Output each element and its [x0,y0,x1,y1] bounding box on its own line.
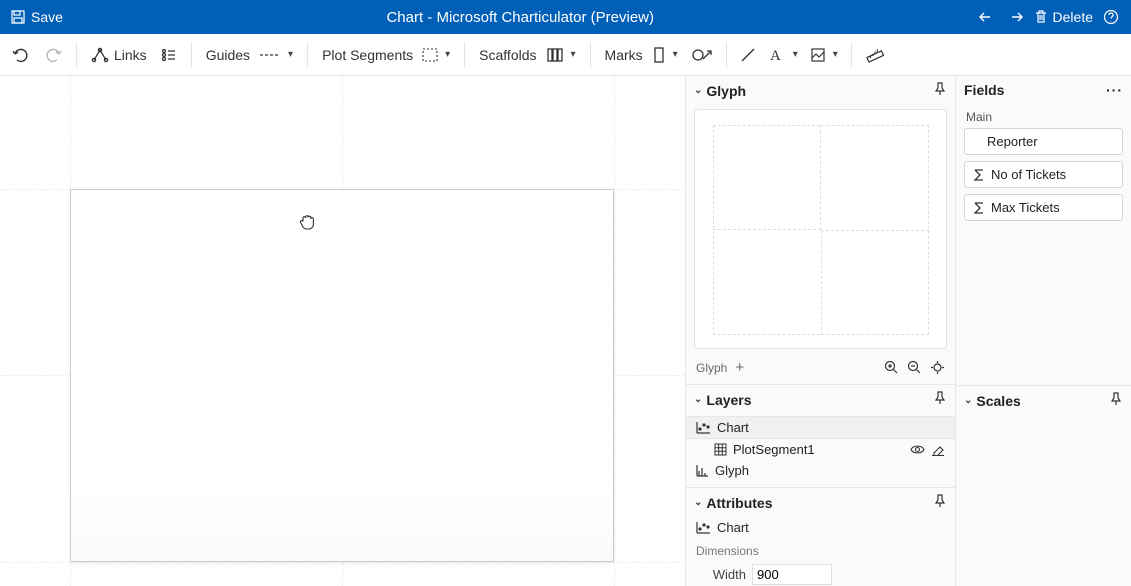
field-max-tickets[interactable]: Max Tickets [964,194,1123,221]
content-area: ⌄ Glyph Glyph + [0,76,1131,586]
redo-nav-right-button[interactable] [1006,10,1024,24]
fields-panel-title: Fields [964,82,1004,98]
attributes-section-label: Chart [717,520,749,535]
scales-panel-title: Scales [976,393,1020,409]
field-reporter-label: Reporter [987,134,1038,149]
undo-nav-left-button[interactable] [978,10,996,24]
glyph-panel-title: Glyph [706,83,746,99]
glyph-tab-label[interactable]: Glyph [696,361,727,375]
fields-panel: Fields ··· Main Reporter No of Tickets [956,76,1131,386]
trash-icon [1034,9,1048,25]
scales-panel: ⌄ Scales [956,386,1131,586]
ruler-button[interactable] [860,42,890,68]
right-panel-column: ⌄ Glyph Glyph + [685,76,955,586]
field-no-of-tickets[interactable]: No of Tickets [964,161,1123,188]
delete-label: Delete [1053,9,1093,25]
help-button[interactable] [1103,9,1119,25]
chevron-down-icon: ▾ [288,49,293,60]
layers-panel-title: Layers [706,392,751,408]
save-icon [10,9,26,25]
marks-label: Marks [605,47,643,63]
glyph-icon [696,464,709,477]
plot-segments-label: Plot Segments [322,47,413,63]
chevron-down-icon[interactable]: ⌄ [694,497,702,508]
layer-chart-label: Chart [717,420,749,435]
zoom-out-icon[interactable] [907,360,922,375]
scaffolds-label: Scaffolds [479,47,536,63]
chevron-down-icon: ▾ [445,49,450,60]
more-options-button[interactable]: ··· [1106,82,1123,98]
pin-icon[interactable] [933,82,947,99]
layer-row-glyph[interactable]: Glyph [686,460,955,481]
chevron-down-icon[interactable]: ⌄ [694,85,702,96]
plot-segments-button[interactable]: Plot Segments ▾ [316,43,456,67]
pin-icon[interactable] [1109,392,1123,409]
undo-button[interactable] [6,42,36,68]
chevron-down-icon: ▾ [833,49,838,60]
links-button[interactable]: Links [85,43,153,67]
legend-button[interactable] [155,43,183,67]
zoom-in-icon[interactable] [884,360,899,375]
chart-canvas[interactable] [0,76,685,586]
scaffolds-button[interactable]: Scaffolds ▾ [473,43,581,67]
layer-row-plotsegment[interactable]: PlotSegment1 [686,439,955,460]
text-mark-button[interactable]: A ▾ [763,43,803,67]
field-max-tickets-label: Max Tickets [991,200,1060,215]
layers-panel: ⌄ Layers Chart PlotSe [686,385,955,488]
region-icon [422,48,438,62]
chart-icon [696,521,711,534]
sigma-icon [973,169,985,181]
guides-label: Guides [206,47,250,63]
glyph-panel: ⌄ Glyph Glyph + [686,76,955,385]
field-no-tickets-label: No of Tickets [991,167,1066,182]
zoom-fit-icon[interactable] [930,360,945,375]
eye-icon[interactable] [910,443,925,456]
links-icon [91,47,109,63]
attributes-panel-title: Attributes [706,495,772,511]
guides-button[interactable]: Guides ▾ [200,43,299,67]
chevron-down-icon: ▾ [571,49,576,60]
field-reporter[interactable]: Reporter [964,128,1123,155]
chart-icon [696,421,711,434]
width-field-label: Width [696,567,746,582]
title-bar: Save Chart - Microsoft Charticulator (Pr… [0,0,1131,34]
scaffold-icon [546,47,564,63]
delete-button[interactable]: Delete [1034,9,1093,25]
layer-glyph-label: Glyph [715,463,749,478]
chevron-down-icon: ▾ [673,49,678,60]
glyph-editor[interactable] [694,109,947,349]
far-right-panel-column: Fields ··· Main Reporter No of Tickets [955,76,1131,586]
rect-mark-icon [652,47,666,63]
save-button[interactable]: Save [10,9,63,25]
eraser-icon[interactable] [931,443,945,456]
layer-plotsegment-label: PlotSegment1 [733,442,815,457]
svg-text:A: A [770,48,781,63]
chevron-down-icon[interactable]: ⌄ [694,394,702,405]
grid-icon [714,443,727,456]
marks-button[interactable]: Marks ▾ [599,43,684,67]
attributes-section-chart: Chart [686,517,955,538]
grab-cursor-icon [298,211,318,236]
links-label: Links [114,47,147,63]
redo-button[interactable] [38,42,68,68]
pin-icon[interactable] [933,391,947,408]
add-glyph-button[interactable]: + [735,359,744,376]
attributes-panel: ⌄ Attributes Chart Dimensions Width [686,488,955,586]
chevron-down-icon[interactable]: ⌄ [964,395,972,406]
icon-mark-button[interactable]: ▾ [805,43,843,67]
fields-main-label: Main [964,108,1123,128]
chevron-down-icon: ▾ [793,49,798,60]
save-label: Save [31,9,63,25]
guide-line-icon [259,50,281,60]
window-title: Chart - Microsoft Charticulator (Preview… [63,9,978,26]
sigma-icon [973,202,985,214]
chart-artboard[interactable] [70,189,614,562]
pin-icon[interactable] [933,494,947,511]
layer-row-chart[interactable]: Chart [686,416,955,439]
symbol-mark-button[interactable] [686,43,718,67]
line-mark-button[interactable] [735,43,761,67]
dimensions-section-label: Dimensions [686,538,955,560]
width-input[interactable] [752,564,832,585]
main-toolbar: Links Guides ▾ Plot Segments ▾ Scaffolds… [0,34,1131,76]
